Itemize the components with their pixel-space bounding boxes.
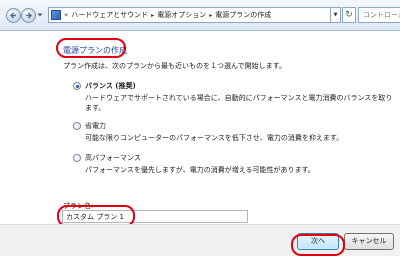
back-button[interactable] <box>6 8 21 23</box>
power-saver-label[interactable]: 省電力 <box>85 121 106 131</box>
intro-text: プラン作成は、次のプランから最も近いものを１つ選んで開始します。 <box>63 62 286 70</box>
create-power-plan-window: « ハードウェアとサウンド ▸ 電源オプション ▸ 電源プランの作成 ▼ ↻ 電… <box>0 0 400 256</box>
refresh-icon[interactable]: ↻ <box>342 7 356 23</box>
breadcrumb-overflow-chevron[interactable]: « <box>64 11 68 19</box>
breadcrumb-item-hardware-sound[interactable]: ハードウェアとサウンド <box>71 10 148 20</box>
cancel-button[interactable]: キャンセル <box>344 233 394 250</box>
high-performance-radio[interactable] <box>73 154 81 162</box>
high-performance-label[interactable]: 高パフォーマンス <box>85 153 141 163</box>
breadcrumb-item-create-power-plan[interactable]: 電源プランの作成 <box>215 10 271 20</box>
next-button-highlight-annotation <box>291 234 345 256</box>
search-input[interactable] <box>358 7 400 23</box>
address-dropdown-icon[interactable]: ▼ <box>331 7 341 23</box>
breadcrumb[interactable]: « ハードウェアとサウンド ▸ 電源オプション ▸ 電源プランの作成 <box>48 7 331 23</box>
back-arrow-icon <box>10 12 16 19</box>
control-panel-icon <box>51 10 61 20</box>
breadcrumb-separator-icon[interactable]: ▸ <box>151 12 154 19</box>
main-content: 電源プランの作成 プラン作成は、次のプランから最も近いものを１つ選んで開始します… <box>0 31 400 227</box>
forward-arrow-icon <box>26 12 32 19</box>
power-saver-description: 可能な限りコンピューターのパフォーマンスを低下させ、電力の消費を抑えます。 <box>85 134 344 142</box>
breadcrumb-item-power-options[interactable]: 電源オプション <box>157 10 206 20</box>
balanced-description: ハードウェアでサポートされている場合に、自動的にパフォーマンスと電力消費のバラン… <box>85 94 393 112</box>
address-bar: « ハードウェアとサウンド ▸ 電源オプション ▸ 電源プランの作成 ▼ ↻ <box>0 0 400 31</box>
balanced-radio[interactable] <box>73 82 81 90</box>
title-highlight-annotation <box>56 38 126 58</box>
balanced-label[interactable]: バランス (推奨) <box>85 81 136 91</box>
recent-pages-dropdown-icon[interactable] <box>37 12 43 18</box>
forward-button[interactable] <box>21 8 36 23</box>
high-performance-description: パフォーマンスを優先しますが、電力の消費が増える可能性があります。 <box>85 166 315 174</box>
power-saver-radio[interactable] <box>73 122 81 130</box>
breadcrumb-separator-icon[interactable]: ▸ <box>209 12 212 19</box>
